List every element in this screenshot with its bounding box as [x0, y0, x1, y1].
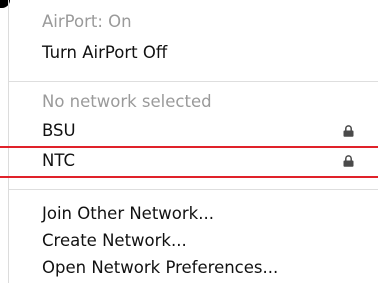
open-network-preferences-item[interactable]: Open Network Preferences...: [42, 254, 378, 282]
network-item-bsu[interactable]: BSU: [42, 117, 378, 145]
lock-icon: [343, 125, 354, 137]
network-name: BSU: [42, 121, 76, 140]
no-network-selected-label: No network selected: [42, 92, 212, 111]
airport-status-label: AirPort: On: [42, 12, 132, 31]
menu-left-border: [8, 0, 9, 283]
lock-icon: [343, 155, 354, 167]
turn-airport-off-item[interactable]: Turn AirPort Off: [42, 39, 378, 67]
create-network-item[interactable]: Create Network...: [42, 227, 378, 255]
menu-separator: [9, 81, 378, 82]
network-name: NTC: [42, 151, 75, 170]
join-other-network-item[interactable]: Join Other Network...: [42, 200, 378, 228]
airport-menu: AirPort: On Turn AirPort Off No network …: [0, 0, 378, 283]
network-item-ntc[interactable]: NTC: [42, 147, 378, 175]
annotation-line-bottom: [0, 176, 378, 178]
menu-separator: [9, 189, 378, 190]
